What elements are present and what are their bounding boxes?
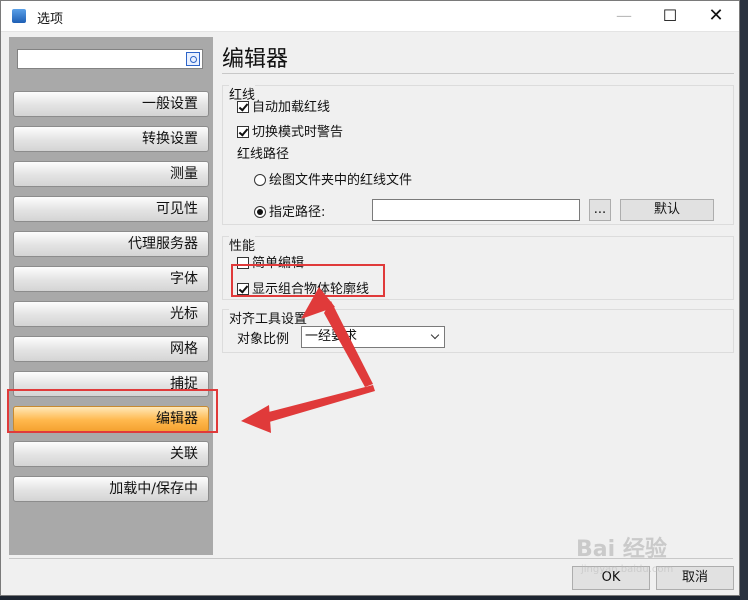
watermark: Bai 经验 bbox=[576, 537, 667, 562]
options-dialog: 选项 — ☐ ✕ 一般设置 转换设置 测量 可见性 代理服务器 字体 光标 网格… bbox=[0, 0, 740, 596]
background-app-strip bbox=[740, 0, 748, 600]
watermark-sub: jingyan.baidu.com bbox=[581, 564, 674, 575]
arrow-to-nav bbox=[257, 385, 375, 425]
arrow-head-to-nav bbox=[241, 405, 271, 433]
arrow-to-checkbox bbox=[324, 301, 373, 387]
annotation-arrows bbox=[241, 287, 375, 433]
